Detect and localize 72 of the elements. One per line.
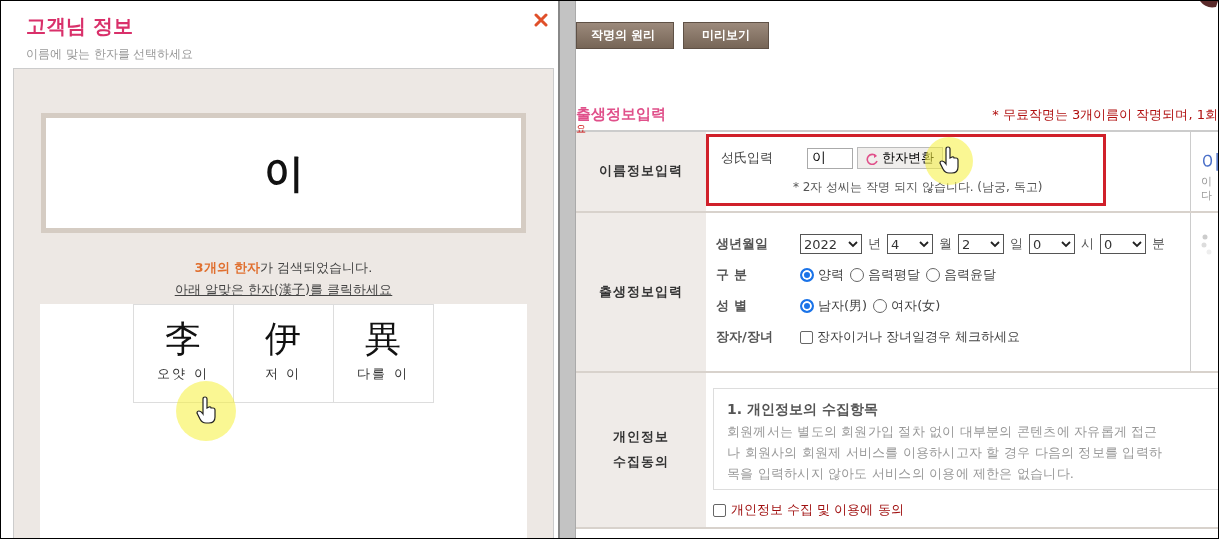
field-label: 성 별 (716, 297, 748, 315)
unit-label: 월 (939, 235, 952, 253)
unit-label: 시 (1081, 235, 1094, 253)
hanja-character: 異 (365, 319, 401, 359)
hanja-meaning: 다를 이 (357, 364, 409, 383)
row-label: 이름정보입력 (599, 162, 683, 181)
consent-label: 개인정보 수집 및 이용에 동의 (731, 501, 904, 519)
partial-text: 요 (576, 123, 586, 134)
radio-button[interactable] (800, 299, 814, 313)
nav-button[interactable]: 작명의 원리 (576, 22, 675, 49)
side-text: 다 (1201, 189, 1213, 204)
nav-button[interactable]: 미리보기 (683, 22, 770, 49)
caret-icon (990, 240, 1000, 248)
surname-field[interactable]: 이 (807, 147, 853, 169)
radio-button[interactable] (926, 268, 940, 282)
note-text: * 2자 성씨는 작명 되지 않습니다. (남궁, 독고) (793, 179, 1044, 196)
field-label: 구 분 (716, 266, 748, 284)
side-text: 이 (1201, 175, 1213, 190)
row-label: 개인정보 수집동의 (613, 428, 669, 471)
hanja-character: 伊 (265, 319, 301, 359)
option-label: 남자(男) (818, 297, 868, 315)
dialog-title: 고객님 정보 (26, 13, 133, 40)
row-label: 출생정보입력 (599, 282, 683, 301)
section-title: 출생정보입력 (576, 105, 666, 124)
result-text: 3개의 한자가 검색되었습니다. (194, 259, 373, 277)
instruction-text: 아래 알맞은 한자(漢子)를 클릭하세요 (174, 281, 393, 299)
terms-text: 나 회원사의 회원제 서비스를 이용하시고자 할 경우 다음의 정보를 입력하 (727, 444, 1163, 462)
field-label: 성氏입력 (721, 149, 774, 167)
option-label: 양력 (818, 266, 844, 284)
option-label: 여자(女) (891, 297, 941, 315)
hanja-meaning: 저 이 (264, 364, 302, 383)
dropdown[interactable]: 2022 (800, 234, 862, 254)
radio-button[interactable] (800, 268, 814, 282)
caret-icon (919, 240, 929, 248)
dropdown[interactable]: 4 (887, 234, 933, 254)
option-label: 장자이거나 장녀일경우 체크하세요 (817, 328, 1021, 346)
radio-button[interactable] (850, 268, 864, 282)
scrollbar[interactable] (558, 1, 576, 538)
terms-text: 회원께서는 별도의 회원가입 절차 없이 대부분의 콘텐츠에 자유롭게 접근 (727, 423, 1159, 441)
loading-icon (1201, 233, 1213, 255)
field-label: 장자/장녀 (716, 328, 774, 346)
option-label: 음력평달 (868, 266, 920, 284)
checkbox[interactable] (713, 503, 726, 517)
unit-label: 일 (1010, 235, 1023, 253)
terms-title: 1. 개인정보의 수집항목 (727, 401, 879, 419)
terms-text: 목을 입력하시지 않아도 서비스의 이용에 제한은 없습니다. (727, 465, 1076, 483)
hanja-option[interactable]: 伊 저 이 (232, 304, 334, 403)
radio-button[interactable] (873, 299, 888, 313)
dropdown[interactable]: 0 (1029, 234, 1075, 254)
dropdown[interactable]: 2 (958, 234, 1004, 254)
cursor-highlight-icon (176, 381, 236, 441)
option-label: 음력윤달 (944, 266, 996, 284)
refresh-icon (866, 151, 879, 165)
unit-label: 년 (868, 235, 881, 253)
convert-button[interactable]: 한자변환 (857, 147, 943, 169)
notice-text: * 무료작명는 3개이름이 작명되며, 1회 (992, 106, 1218, 124)
unit-label: 분 (1152, 235, 1165, 253)
hanja-option[interactable]: 李 오얏 이 (132, 304, 234, 403)
side-heading: 이 (1201, 148, 1218, 175)
name-text: 이 (263, 148, 304, 198)
caret-icon (1061, 240, 1071, 248)
caret-icon (848, 240, 858, 248)
decoration-drawing (1200, 1, 1218, 9)
hanja-meaning: 오얏 이 (157, 364, 209, 383)
hanja-character: 李 (165, 319, 201, 359)
checkbox[interactable] (800, 330, 813, 344)
dialog-subtitle: 이름에 맞는 한자를 선택하세요 (26, 46, 194, 63)
dropdown[interactable]: 0 (1100, 234, 1146, 254)
hanja-option[interactable]: 異 다를 이 (332, 304, 434, 403)
caret-icon (1132, 240, 1142, 248)
field-label: 생년월일 (716, 235, 769, 253)
close-icon[interactable] (534, 13, 548, 27)
